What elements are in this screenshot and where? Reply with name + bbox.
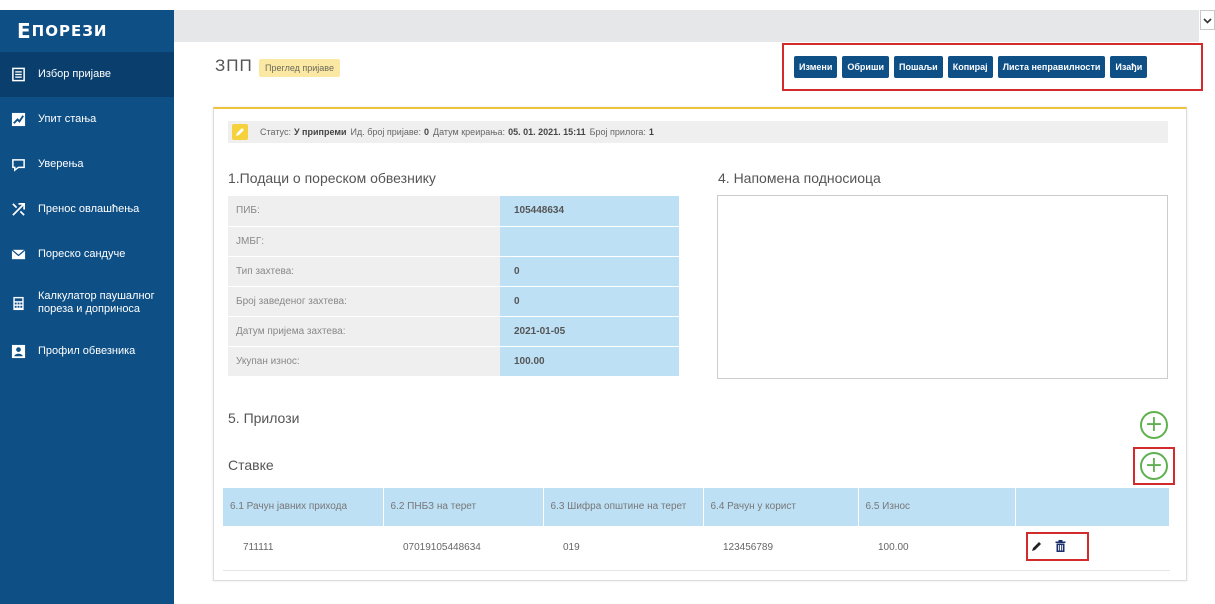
field-value: 100.00	[500, 346, 679, 377]
field-value: 2021-01-05	[500, 316, 679, 347]
top-bar	[174, 10, 1199, 42]
field-value: 105448634	[500, 196, 679, 227]
column-header: 6.4 Рачун у корист	[703, 488, 859, 526]
logo-rest: ПОРЕЗИ	[31, 22, 108, 40]
add-attachment-button[interactable]: +	[1140, 411, 1168, 439]
field-row: ПИБ: 105448634	[228, 196, 679, 227]
taxpayer-fields: ПИБ: 105448634 ЈМБГ: Тип захтева: 0 Број…	[228, 196, 679, 377]
calculator-icon	[11, 296, 26, 311]
sidebar-item-label: Калкулатор паушалног пореза и доприноса	[38, 290, 155, 315]
field-label: ПИБ:	[228, 196, 500, 227]
field-label: ЈМБГ:	[228, 226, 500, 257]
copy-button[interactable]: Копирај	[947, 56, 993, 78]
column-header: 6.2 ПНБЗ на терет	[383, 488, 544, 526]
plus-icon: +	[1144, 412, 1164, 437]
send-button[interactable]: Пошаљи	[893, 56, 943, 78]
certificate-icon	[11, 157, 26, 172]
column-header: 6.5 Износ	[858, 488, 1016, 526]
sidebar-item-label: Избор пријаве	[38, 68, 112, 80]
sidebar-item-profile[interactable]: Профил обвезника	[0, 329, 174, 374]
field-label: Датум пријема захтева:	[228, 316, 500, 347]
action-toolbar: Измени Обриши Пошаљи Копирај Листа непра…	[782, 43, 1203, 91]
note-section-title: 4. Напомена подносиоца	[718, 170, 881, 186]
irregularities-list-button[interactable]: Листа неправилности	[997, 56, 1106, 78]
sidebar-item-select-return[interactable]: Избор пријаве	[0, 52, 174, 97]
field-label: Тип захтева:	[228, 256, 500, 287]
page-title: ЗПП	[215, 56, 253, 75]
status-value: У припреми	[293, 127, 347, 137]
field-value	[500, 226, 679, 257]
view-mode-badge: Преглед пријаве	[259, 59, 340, 77]
transfer-icon	[11, 202, 26, 217]
attachments-count-value: 1	[648, 127, 654, 137]
column-header: 6.3 Шифра општине на терет	[543, 488, 704, 526]
logo-first-letter: Е	[17, 19, 32, 43]
app-logo[interactable]: Е ПОРЕЗИ	[0, 10, 174, 52]
sidebar: Е ПОРЕЗИ Избор пријаве Упит стања Уверења…	[0, 10, 174, 604]
delete-button[interactable]: Обриши	[842, 56, 889, 78]
column-header: 6.1 Рачун јавних прихода	[223, 488, 384, 526]
table-cell: 019	[543, 526, 703, 571]
collapse-button[interactable]	[1200, 10, 1215, 30]
field-row: ЈМБГ:	[228, 226, 679, 257]
field-row: Тип захтева: 0	[228, 256, 679, 287]
sidebar-item-label: Пренос овлашћења	[38, 203, 140, 215]
return-id-value: 0	[424, 127, 430, 137]
table-cell: 711111	[223, 526, 383, 571]
profile-icon	[11, 344, 26, 359]
items-section-title: Ставке	[228, 457, 274, 473]
field-label: Укупан износ:	[228, 346, 500, 377]
sidebar-item-label: Упит стања	[38, 113, 97, 125]
created-date-label: Датум креирања:	[433, 127, 506, 137]
table-cell: 123456789	[703, 526, 858, 571]
edit-button[interactable]: Измени	[794, 56, 838, 78]
attachments-section-title: 5. Прилози	[228, 410, 300, 426]
field-value: 0	[500, 286, 679, 317]
status-label: Статус:	[260, 127, 291, 137]
sidebar-item-certificates[interactable]: Уверења	[0, 142, 174, 187]
field-label: Број заведеног захтева:	[228, 286, 500, 317]
return-id-label: Ид. број пријаве:	[350, 127, 422, 137]
status-bar: Статус: У припреми Ид. број пријаве: 0 Д…	[228, 121, 1168, 143]
field-value: 0	[500, 256, 679, 287]
field-row: Број заведеног захтева: 0	[228, 286, 679, 317]
sidebar-item-balance-inquiry[interactable]: Упит стања	[0, 97, 174, 142]
sidebar-item-label: Пореско сандуче	[38, 248, 126, 260]
sidebar-item-tax-mailbox[interactable]: Пореско сандуче	[0, 232, 174, 277]
chevron-down-icon	[1203, 11, 1212, 29]
field-row: Укупан износ: 100.00	[228, 346, 679, 377]
chart-icon	[11, 112, 26, 127]
pencil-icon	[232, 124, 248, 140]
created-date-value: 05. 01. 2021. 15:11	[508, 127, 586, 137]
sidebar-item-label: Профил обвезника	[38, 345, 136, 357]
list-icon	[11, 67, 26, 82]
sidebar-item-label: Уверења	[38, 158, 84, 170]
field-row: Датум пријема захтева: 2021-01-05	[228, 316, 679, 347]
table-cell: 07019105448634	[383, 526, 543, 571]
sidebar-item-calculator[interactable]: Калкулатор паушалног пореза и доприноса	[0, 277, 174, 329]
taxpayer-section-title: 1.Подаци о пореском обвезнику	[228, 170, 436, 186]
row-actions-highlight-frame	[1026, 532, 1089, 561]
table-header-row: 6.1 Рачун јавних прихода 6.2 ПНБЗ на тер…	[223, 488, 1170, 526]
exit-button[interactable]: Изађи	[1110, 56, 1148, 78]
table-cell: 100.00	[858, 526, 1015, 571]
attachments-count-label: Број прилога:	[589, 127, 646, 137]
sidebar-item-authorization-transfer[interactable]: Пренос овлашћења	[0, 187, 174, 232]
add-item-button[interactable]: +	[1140, 452, 1168, 480]
mail-icon	[11, 247, 26, 262]
column-header	[1015, 488, 1170, 526]
submitter-note-textarea[interactable]	[717, 195, 1168, 379]
plus-icon: +	[1144, 453, 1164, 478]
